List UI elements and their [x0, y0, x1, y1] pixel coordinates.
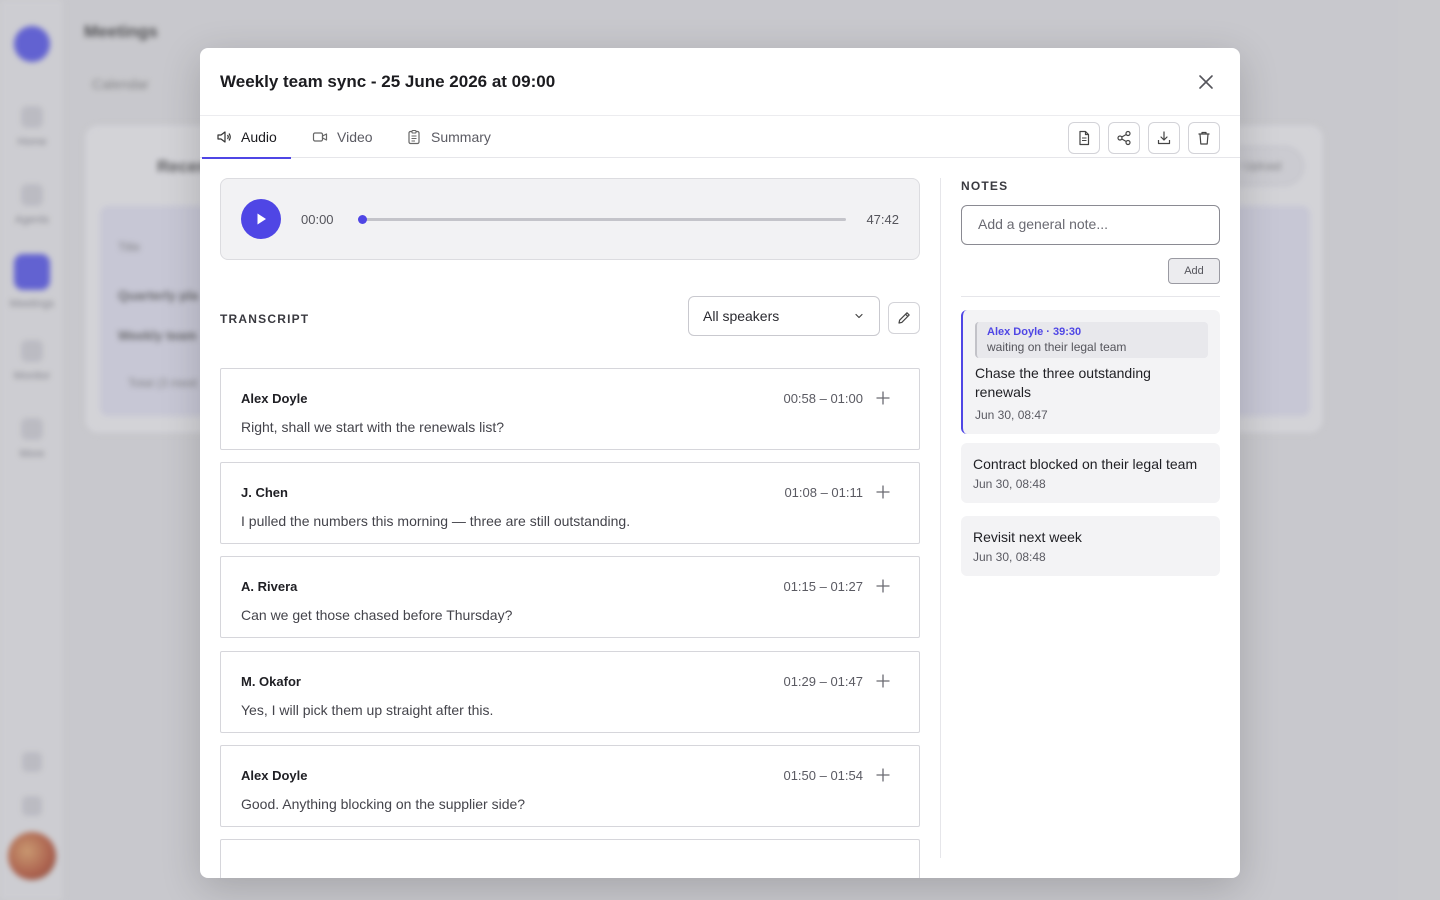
plus-icon	[876, 674, 890, 688]
add-note-button[interactable]	[873, 576, 893, 596]
segment-text: I pulled the numbers this morning — thre…	[241, 513, 631, 529]
export-document-button[interactable]	[1068, 122, 1100, 154]
modal-header: Weekly team sync - 25 June 2026 at 09:00	[200, 48, 1240, 116]
tab-audio[interactable]: Audio	[202, 116, 291, 159]
segment-text: Can we get those chased before Thursday?	[241, 607, 513, 623]
transcript-segment[interactable]	[220, 839, 920, 878]
clipboard-icon	[408, 129, 420, 145]
speaker-filter-select[interactable]: All speakers	[688, 296, 880, 336]
segment-speaker: A. Rivera	[241, 579, 298, 594]
progress-track[interactable]	[361, 218, 846, 221]
notes-label: NOTES	[961, 179, 1009, 193]
modal-title: Weekly team sync - 25 June 2026 at 09:00	[220, 72, 556, 91]
segment-text: Good. Anything blocking on the supplier …	[241, 796, 526, 812]
transcript-segment[interactable]: M. Okafor 01:29 – 01:47 Yes, I will pick…	[220, 651, 920, 733]
plus-icon	[876, 579, 890, 593]
segment-text: Right, shall we start with the renewals …	[241, 419, 504, 435]
edit-transcript-button[interactable]	[888, 302, 920, 334]
trash-icon	[1198, 131, 1210, 145]
transcript-segment[interactable]: A. Rivera 01:15 – 01:27 Can we get those…	[220, 556, 920, 638]
segment-time: 01:15 – 01:27	[783, 579, 863, 594]
note-item[interactable]: Contract blocked on their legal team Jun…	[961, 443, 1220, 503]
note-body: Contract blocked on their legal team	[973, 456, 1198, 472]
tab-bar: Audio Video Summary	[200, 116, 1240, 159]
share-button[interactable]	[1108, 122, 1140, 154]
current-time: 00:00	[301, 212, 334, 227]
quote-text: waiting on their legal team	[987, 340, 1127, 354]
tab-label: Audio	[241, 129, 277, 145]
note-date: Jun 30, 08:48	[973, 550, 1046, 564]
notes-divider	[961, 296, 1220, 297]
segment-time: 01:50 – 01:54	[783, 768, 863, 783]
add-note-button[interactable]	[873, 482, 893, 502]
add-note-button[interactable]	[873, 765, 893, 785]
plus-icon	[876, 485, 890, 499]
close-icon	[1199, 75, 1213, 89]
download-button[interactable]	[1148, 122, 1180, 154]
video-icon	[312, 132, 328, 142]
segment-time: 01:08 – 01:11	[784, 485, 863, 500]
add-note-button[interactable]	[873, 671, 893, 691]
add-note-button[interactable]	[873, 388, 893, 408]
transcript-segment[interactable]: Alex Doyle 01:50 – 01:54 Good. Anything …	[220, 745, 920, 827]
plus-icon	[876, 768, 890, 782]
note-body: Chase the three outstanding renewals	[975, 365, 1151, 400]
audio-player: 00:00 47:42	[220, 178, 920, 260]
plus-icon	[876, 391, 890, 405]
segment-speaker: J. Chen	[241, 485, 288, 500]
document-icon	[1079, 130, 1090, 146]
tab-video[interactable]: Video	[298, 116, 387, 158]
note-item[interactable]: Alex Doyle · 39:30 waiting on their lega…	[961, 310, 1220, 434]
play-button[interactable]	[241, 199, 281, 239]
recording-modal: Weekly team sync - 25 June 2026 at 09:00…	[200, 48, 1240, 878]
close-button[interactable]	[1194, 70, 1218, 94]
note-date: Jun 30, 08:48	[973, 477, 1046, 491]
delete-button[interactable]	[1188, 122, 1220, 154]
segment-time: 01:29 – 01:47	[783, 674, 863, 689]
transcript-segment[interactable]: Alex Doyle 00:58 – 01:00 Right, shall we…	[220, 368, 920, 450]
transcript-label: TRANSCRIPT	[220, 312, 310, 326]
speaker-icon	[217, 131, 231, 143]
note-body: Revisit next week	[973, 529, 1082, 545]
segment-speaker: M. Okafor	[241, 674, 301, 689]
note-date: Jun 30, 08:47	[975, 408, 1048, 422]
chevron-down-icon	[855, 313, 863, 319]
transcript-segment[interactable]: J. Chen 01:08 – 01:11 I pulled the numbe…	[220, 462, 920, 544]
note-item[interactable]: Revisit next week Jun 30, 08:48	[961, 516, 1220, 576]
segment-speaker: Alex Doyle	[241, 768, 308, 783]
note-quote[interactable]: Alex Doyle · 39:30 waiting on their lega…	[975, 322, 1208, 358]
progress-thumb[interactable]	[358, 215, 367, 224]
segment-time: 00:58 – 01:00	[783, 391, 863, 406]
quote-reference: Alex Doyle · 39:30	[987, 326, 1082, 338]
general-note-input[interactable]	[961, 205, 1220, 245]
speaker-filter-value: All speakers	[703, 308, 780, 324]
play-icon	[257, 213, 266, 225]
tab-summary[interactable]: Summary	[392, 116, 505, 158]
download-icon	[1157, 131, 1171, 145]
share-icon	[1117, 130, 1131, 146]
column-divider	[940, 178, 941, 858]
add-note-submit-button[interactable]: Add	[1168, 258, 1220, 284]
segment-text: Yes, I will pick them up straight after …	[241, 702, 494, 718]
tab-label: Summary	[431, 129, 491, 145]
tab-label: Video	[337, 129, 373, 145]
segment-speaker: Alex Doyle	[241, 391, 308, 406]
pencil-icon	[898, 312, 910, 324]
total-time: 47:42	[866, 212, 899, 227]
